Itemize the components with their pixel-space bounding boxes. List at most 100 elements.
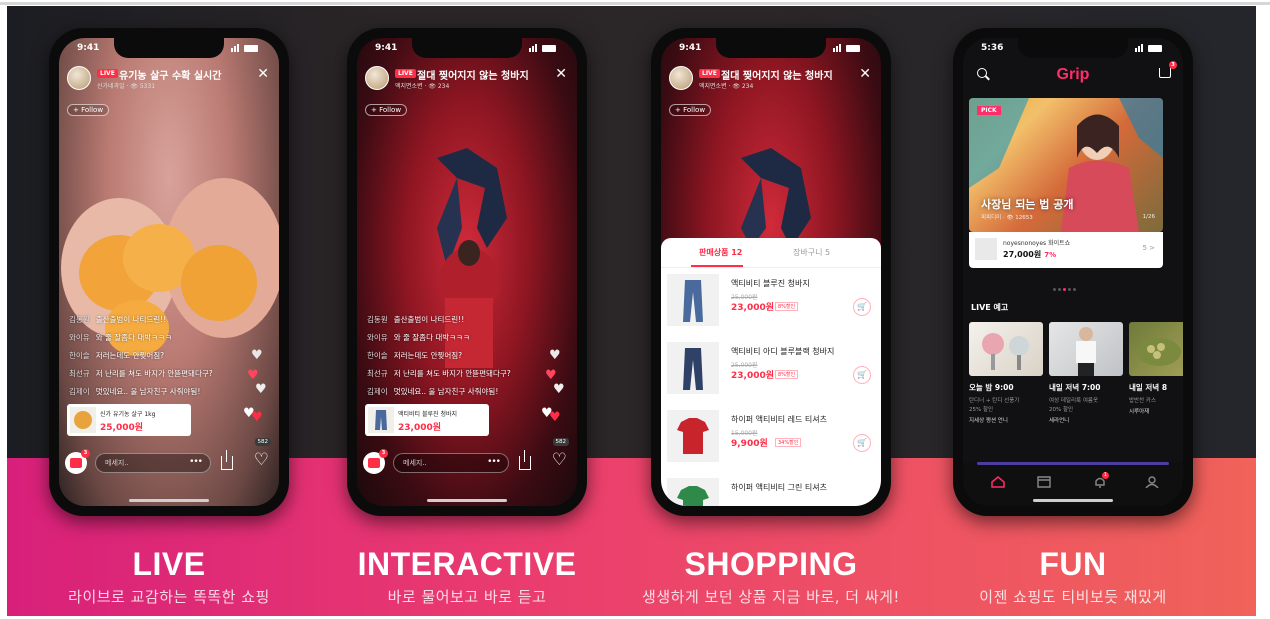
signal-icon bbox=[529, 44, 563, 53]
message-input[interactable]: 메세지.. ••• bbox=[95, 453, 211, 473]
close-icon[interactable]: ✕ bbox=[555, 66, 567, 82]
list-item[interactable]: 액티비티 아디 블루블랙 청바지 25,000원 23,000원 8%할인 🛒 bbox=[667, 340, 875, 402]
product-thumbnail bbox=[667, 274, 719, 326]
product-price: 27,000원 7% bbox=[1003, 250, 1057, 259]
preview-discount: 20% 할인 bbox=[1049, 407, 1074, 413]
signal-icon bbox=[833, 44, 867, 53]
streamer-avatar[interactable] bbox=[669, 66, 693, 90]
caption-subtitle: 생생하게 보던 상품 지금 바로, 더 싸게! bbox=[642, 588, 900, 606]
preview-desc: 탄디너 + 탄디 선풍기 bbox=[969, 398, 1020, 404]
bottom-bar: 3 메세지.. ••• 582 ♡ bbox=[363, 438, 571, 476]
close-icon[interactable]: ✕ bbox=[859, 66, 871, 82]
more-icon[interactable]: ••• bbox=[189, 453, 203, 471]
profile-icon[interactable] bbox=[1145, 476, 1159, 488]
product-name: 하이퍼 액티비티 그린 티셔츠 bbox=[731, 483, 827, 492]
list-item[interactable]: 액티비티 블루진 청바지 25,000원 23,000원 8%할인 🛒 bbox=[667, 272, 875, 334]
streamer-avatar[interactable] bbox=[365, 66, 389, 90]
store-icon[interactable] bbox=[1037, 476, 1051, 488]
product-card[interactable]: 신가 유기농 살구 1kg 25,000원 bbox=[67, 404, 191, 436]
home-icon[interactable] bbox=[991, 476, 1005, 488]
product-price: 23,000원 bbox=[731, 303, 775, 313]
cart-icon[interactable]: 3 bbox=[1159, 61, 1177, 78]
product-name: 액티비티 블루진 청바지 bbox=[398, 411, 458, 418]
live-preview-card[interactable]: 오늘 밤 9:00 탄디너 + 탄디 선풍기 25% 할인 지세상 쩡션 언니 bbox=[969, 322, 1043, 424]
discount-tag: 8%할인 bbox=[775, 370, 799, 379]
follow-button[interactable]: + Follow bbox=[67, 104, 110, 116]
preview-discount: 25% 할인 bbox=[969, 407, 994, 413]
share-icon[interactable] bbox=[221, 450, 233, 470]
live-viewers: 신가네과일 · 👁 5331 bbox=[97, 83, 156, 90]
preview-desc: 여성 데일리룩 여름옷 bbox=[1049, 398, 1099, 404]
like-count: 582 bbox=[552, 438, 569, 446]
phone-interactive: 9:41 LIVE 절대 찢어지지 않는 청바지 액지면소변 · 👁 234 ✕… bbox=[347, 28, 587, 516]
chat-list: 김동원 출산출범이 나티드린!! 와이유 와 줄 잘좀다 대박ㅋㅋㅋ 한이슬 저러는데… bbox=[69, 314, 239, 404]
cart-icon[interactable]: 🛒 bbox=[853, 366, 871, 384]
notification-badge: 1 bbox=[1102, 472, 1109, 479]
product-count[interactable]: 5 > bbox=[1142, 244, 1155, 252]
banner-product[interactable]: noyesnonoyes 화이트쇼 27,000원 7% 5 > bbox=[969, 232, 1163, 268]
home-indicator bbox=[129, 499, 209, 502]
preview-host: 세라언니 bbox=[1049, 418, 1070, 424]
carousel-dots bbox=[1053, 276, 1083, 291]
caption-fun: FUN 이젠 쇼핑도 티비보듯 재밌게 bbox=[923, 544, 1223, 607]
follow-button[interactable]: + Follow bbox=[669, 104, 712, 116]
live-preview-card[interactable]: 내일 저녁 8 밥반찬 카스 시루아재 bbox=[1129, 322, 1183, 415]
list-item[interactable]: 하이퍼 액티비티 그린 티셔츠 bbox=[667, 476, 875, 506]
home-indicator bbox=[1033, 499, 1113, 502]
banner-meta: 피피디미 · 👁 12653 bbox=[981, 215, 1033, 221]
heart-icon[interactable]: ♡ bbox=[552, 450, 567, 470]
product-card[interactable]: 액티비티 블루진 청바지 23,000원 bbox=[365, 404, 489, 436]
gift-button[interactable]: 3 bbox=[363, 449, 388, 474]
preview-desc: 밥반찬 카스 bbox=[1129, 398, 1157, 404]
phone-screen: 9:41 LIVE 절대 찢어지지 않는 청바지 액지면소변 · 👁 234 ✕… bbox=[357, 38, 577, 506]
app-logo: Grip bbox=[1056, 66, 1090, 83]
caption-subtitle: 라이브로 교감하는 똑똑한 쇼핑 bbox=[68, 588, 270, 606]
live-viewers: 액지면소변 · 👁 234 bbox=[395, 83, 450, 90]
tab-products[interactable]: 판매상품 12 bbox=[699, 247, 742, 258]
nav-divider bbox=[977, 462, 1169, 465]
featured-banner[interactable]: PICK 사장님 되는 법 공개 피피디미 · 👁 12653 1/26 bbox=[969, 98, 1163, 232]
caption-title: LIVE bbox=[132, 546, 206, 582]
gift-icon bbox=[368, 458, 380, 468]
phone-fun: 5:36 Grip 3 PICK 사장님 되는 법 공개 피피디미 · 👁 12 bbox=[953, 28, 1193, 516]
cart-badge: 3 bbox=[1169, 61, 1177, 69]
chat-list: 김동원 출산출범이 나티드린!! 와이유 와 줄 잘좀다 대박ㅋㅋㅋ 한이슬 저러는데… bbox=[367, 314, 537, 404]
tab-cart[interactable]: 장바구니 5 bbox=[793, 247, 830, 258]
bottom-bar: 3 메세지.. ••• 582 ♡ bbox=[65, 438, 273, 476]
status-time: 9:41 bbox=[77, 43, 100, 53]
live-header: LIVE 절대 찢어지지 않는 청바지 액지면소변 · 👁 234 ✕ bbox=[669, 66, 873, 106]
preview-host: 시루아재 bbox=[1129, 409, 1150, 415]
pick-badge: PICK bbox=[977, 106, 1001, 115]
live-header: LIVE 유기농 살구 수확 실시간 신가네과일 · 👁 5331 ✕ bbox=[67, 66, 271, 106]
live-title: 절대 찢어지지 않는 청바지 bbox=[417, 71, 529, 82]
gift-icon bbox=[70, 458, 82, 468]
streamer-avatar[interactable] bbox=[67, 66, 91, 90]
phone-shopping: 9:41 LIVE 절대 찢어지지 않는 청바지 액지면소변 · 👁 234 ✕… bbox=[651, 28, 891, 516]
cart-icon[interactable]: 🛒 bbox=[853, 298, 871, 316]
follow-button[interactable]: + Follow bbox=[365, 104, 408, 116]
cart-icon[interactable]: 🛒 bbox=[853, 434, 871, 452]
caption-interactive: INTERACTIVE 바로 물어보고 바로 듣고 bbox=[317, 544, 617, 607]
product-price: 23,000원 bbox=[731, 371, 775, 381]
product-thumbnail bbox=[667, 410, 719, 462]
list-item[interactable]: 하이퍼 액티비티 레드 티셔츠 15,000원 9,900원 34%할인 🛒 bbox=[667, 408, 875, 470]
phone-screen: 9:41 LIVE 유기농 살구 수확 실시간 신가네과일 · 👁 5331 ✕… bbox=[59, 38, 279, 506]
preview-image bbox=[1049, 322, 1123, 376]
product-name: 액티비티 블루진 청바지 bbox=[731, 279, 810, 288]
product-thumbnail bbox=[667, 342, 719, 394]
share-icon[interactable] bbox=[519, 450, 531, 470]
caption-shopping: SHOPPING 생생하게 보던 상품 지금 바로, 더 싸게! bbox=[621, 544, 921, 607]
product-thumbnail bbox=[70, 407, 96, 433]
more-icon[interactable]: ••• bbox=[487, 453, 501, 471]
live-preview-card[interactable]: 내일 저녁 7:00 여성 데일리룩 여름옷 20% 할인 세라언니 bbox=[1049, 322, 1123, 424]
chat-message: 김동원 출산출범이 나티드린!! bbox=[367, 315, 465, 324]
discount-tag: 8%할인 bbox=[775, 302, 799, 311]
status-bar: 9:41 bbox=[59, 42, 279, 56]
heart-icon[interactable]: ♡ bbox=[254, 450, 269, 470]
top-divider bbox=[0, 2, 1270, 5]
product-price: 9,900원 bbox=[731, 439, 768, 449]
gift-button[interactable]: 3 bbox=[65, 449, 90, 474]
message-input[interactable]: 메세지.. ••• bbox=[393, 453, 509, 473]
product-thumbnail bbox=[667, 478, 719, 506]
close-icon[interactable]: ✕ bbox=[257, 66, 269, 82]
